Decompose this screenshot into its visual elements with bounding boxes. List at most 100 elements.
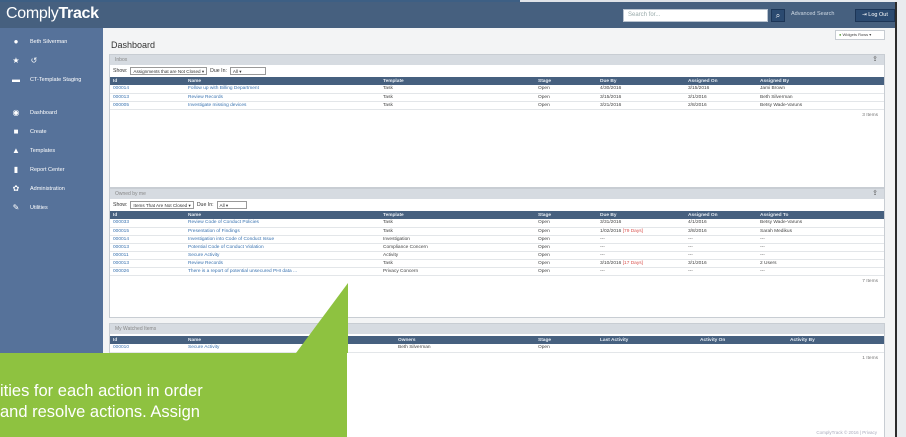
cell-id[interactable]: 000013 xyxy=(110,243,185,252)
sidebar-item-dashboard[interactable]: ◉ Dashboard xyxy=(0,103,103,122)
column-header[interactable]: Last Activity xyxy=(597,336,697,344)
table-row[interactable]: 000005 Investigate missing devices Task Ope… xyxy=(110,101,884,110)
cell-name[interactable]: Potential Code of Conduct Violation xyxy=(185,243,380,252)
column-header[interactable]: Stage xyxy=(535,77,597,85)
cell-stage: Open xyxy=(535,243,597,252)
show-select[interactable]: Items That Are Not Closed ▾ xyxy=(130,201,194,209)
cell-name[interactable]: Review Records xyxy=(185,259,380,268)
column-header[interactable]: Name xyxy=(185,211,380,219)
cell-assigned-to: --- xyxy=(757,251,884,260)
column-header[interactable]: Stage xyxy=(535,336,597,344)
cell-id[interactable]: 000013 xyxy=(110,259,185,268)
column-header[interactable]: Owners xyxy=(395,336,535,344)
export-icon[interactable]: ⇪ xyxy=(872,55,878,63)
logo[interactable]: ComplyTrack xyxy=(0,2,103,28)
sidebar-item-utilities[interactable]: ✎ Utilities xyxy=(0,198,103,217)
cell-due: --- xyxy=(597,267,685,276)
cell-assigned-to: --- xyxy=(757,243,884,252)
due-select[interactable]: All ▾ xyxy=(216,201,247,209)
cell-id[interactable]: 000014 xyxy=(110,235,185,244)
cell-name[interactable]: Investigation into Code of Conduct Issue xyxy=(185,235,380,244)
column-header[interactable]: Assigned On xyxy=(685,211,757,219)
table-row[interactable]: 000013 Potential Code of Conduct Violatio… xyxy=(110,243,884,252)
table-row[interactable]: 000013 Review Records Task Open 3/10/2016 [1… xyxy=(110,259,884,268)
column-header[interactable]: Due By xyxy=(597,211,685,219)
column-header[interactable]: Name xyxy=(185,336,395,344)
cell-name[interactable]: Follow up with Billing Department xyxy=(185,85,380,94)
cell-template-text: Investigation xyxy=(383,236,410,242)
cell-assigned-by: Jami Brown xyxy=(757,85,884,94)
cell-id[interactable]: 000014 xyxy=(110,85,185,94)
cell-id[interactable]: 000015 xyxy=(110,227,185,236)
sidebar-item-label: CT-Template Staging xyxy=(30,76,82,83)
export-icon[interactable]: ⇪ xyxy=(872,189,878,197)
column-header[interactable]: Due By xyxy=(597,77,685,85)
column-header[interactable]: Template xyxy=(380,211,535,219)
owned-table-body: 000033 Review Code of Conduct Policies Tas… xyxy=(110,219,884,276)
cell-assigned-on-text: 3/1/2016 xyxy=(688,260,707,266)
cell-name[interactable]: Review Records xyxy=(185,93,380,102)
search-button[interactable]: ⌕ xyxy=(771,9,785,22)
due-select[interactable]: All ▾ xyxy=(229,67,266,75)
sidebar-item-user[interactable]: ● Beth Silverman xyxy=(0,32,103,51)
cell-id[interactable]: 000011 xyxy=(110,251,185,260)
cell-name[interactable]: There is a report of potential unsecured… xyxy=(185,267,380,276)
panel-title: My Watched Items xyxy=(115,326,157,332)
widgets-button[interactable]: ● Widgets Rows ▾ xyxy=(835,30,885,40)
callout-box: ities for each action in order and resol… xyxy=(0,353,347,437)
table-row[interactable]: 000015 Presentation of Findings Task Open 1/… xyxy=(110,227,884,236)
cell-name[interactable]: Secure Activity xyxy=(185,251,380,260)
cell-name[interactable]: Investigate missing devices xyxy=(185,101,380,110)
table-row[interactable]: 000010 Secure Activity Beth Silverman Open xyxy=(110,344,884,353)
cell-assigned-on: --- xyxy=(685,251,757,260)
table-row[interactable]: 000011 Secure Activity Activity Open --- --- -… xyxy=(110,251,884,260)
column-header[interactable]: Id xyxy=(110,77,185,85)
cell-stage: Open xyxy=(535,227,597,236)
table-row[interactable]: 000013 Review Records Task Open 3/15/2016 3/1… xyxy=(110,93,884,102)
sidebar-item-favorites[interactable]: ★ ↺ xyxy=(0,51,103,70)
table-row[interactable]: 000014 Follow up with Billing Department T… xyxy=(110,85,884,94)
column-header[interactable]: Id xyxy=(110,336,185,344)
panel-header: Owned by me ⇪ xyxy=(110,189,884,199)
cell-id[interactable]: 000010 xyxy=(110,344,185,353)
sidebar-item-administration[interactable]: ✿ Administration xyxy=(0,179,103,198)
column-header[interactable]: Assigned To xyxy=(757,211,884,219)
search-input[interactable]: Search for... xyxy=(623,9,768,22)
sidebar-item-create[interactable]: ■ Create xyxy=(0,122,103,141)
column-header[interactable]: Name xyxy=(185,77,380,85)
cell-name[interactable]: Review Code of Conduct Policies xyxy=(185,219,380,228)
cell-id[interactable]: 000005 xyxy=(110,101,185,110)
column-header[interactable]: Id xyxy=(110,211,185,219)
logout-button[interactable]: ⇥ Log Out xyxy=(855,9,895,22)
search-icon: ⌕ xyxy=(775,11,781,20)
cell-id[interactable]: 000033 xyxy=(110,219,185,228)
table-row[interactable]: 000033 Review Code of Conduct Policies Tas… xyxy=(110,219,884,228)
cell-assigned-on: 4/1/2016 xyxy=(685,219,757,228)
cell-due-text: 3/31/2016 xyxy=(600,220,622,226)
column-header[interactable]: Template xyxy=(380,77,535,85)
widgets-label: Widgets Rows ▾ xyxy=(842,32,872,37)
column-header[interactable]: Stage xyxy=(535,211,597,219)
due-value: All xyxy=(232,69,239,74)
cell-id-text: 000033 xyxy=(113,220,130,226)
cell-name[interactable]: Secure Activity xyxy=(185,344,395,353)
column-header[interactable]: Activity On xyxy=(697,336,787,344)
sidebar-item-report-center[interactable]: ▮ Report Center xyxy=(0,160,103,179)
cell-id[interactable]: 000026 xyxy=(110,267,185,276)
advanced-search-link[interactable]: Advanced Search xyxy=(791,11,834,17)
column-header[interactable]: Assigned By xyxy=(757,77,884,85)
table-row[interactable]: 000026 There is a report of potential uns… xyxy=(110,267,884,276)
cell-assigned-to-text: 2 Users xyxy=(760,260,777,266)
sidebar-item-staging[interactable]: ▬ CT-Template Staging xyxy=(0,70,103,89)
cell-due: 3/15/2016 xyxy=(597,93,685,102)
cell-stage-text: Open xyxy=(538,260,550,266)
sidebar-item-templates[interactable]: ▲ Templates xyxy=(0,141,103,160)
cell-id[interactable]: 000013 xyxy=(110,93,185,102)
table-row[interactable]: 000014 Investigation into Code of Conduct… xyxy=(110,235,884,244)
column-header[interactable]: Activity By xyxy=(787,336,884,344)
show-select[interactable]: Assignments that are Not Closed ▾ xyxy=(130,67,208,75)
cell-name[interactable]: Presentation of Findings xyxy=(185,227,380,236)
column-header[interactable]: Assigned On xyxy=(685,77,757,85)
callout-line-2: and resolve actions. Assign xyxy=(0,403,200,421)
cell-template: Task xyxy=(380,101,535,110)
